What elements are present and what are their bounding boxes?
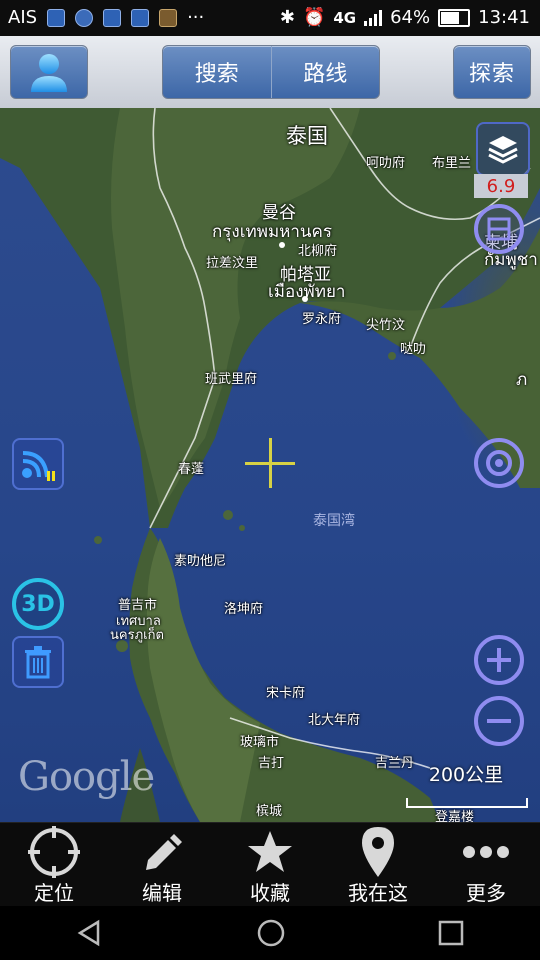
map-label-north-liu: 北柳府 [298,244,338,259]
map-label-penang: 槟城 [256,804,283,819]
map-label-phuket-thai-2: นครภูเก็ต [110,628,164,643]
notification-lock-icon [159,8,178,27]
battery-icon [438,8,471,27]
satellite-view-button[interactable] [474,204,524,254]
nav-i-am-here-label: 我在这 [348,881,408,905]
map-label-songkhla: 宋卡府 [266,686,306,701]
home-icon[interactable] [256,918,286,948]
map-dot-pattaya [302,296,308,302]
map-layers-button[interactable] [476,122,530,176]
clock-time: 13:41 [478,7,530,28]
map-label-prachuap: 班武里府 [205,372,258,387]
more-dots-icon [463,846,509,858]
user-profile-button[interactable] [10,45,88,99]
map-scale-bar: 200公里 [404,760,528,808]
map-dot-bangkok [279,242,285,248]
notification-app-icon [47,8,66,27]
alarm-icon: ⏰ [302,7,326,28]
map-label-korat: 呵叻府 [366,156,406,171]
map-label-buriram: 布里兰 [432,156,472,171]
explore-button[interactable]: 探索 [453,45,531,99]
nav-edit[interactable]: 编辑 [108,823,216,907]
carrier-text: AIS [8,7,38,28]
pin-icon [362,827,394,877]
recent-apps-icon[interactable] [438,920,464,946]
map-label-ratchaburi: 拉差汶里 [206,256,259,271]
route-button[interactable]: 路线 [272,46,380,98]
top-toolbar: 搜索 路线 探索 [0,36,540,109]
target-icon [486,450,512,476]
google-attribution: Google [18,754,155,800]
star-icon [248,831,292,872]
zoom-level-indicator: 6.9 [474,174,528,198]
layers-icon [488,136,518,164]
search-button[interactable]: 搜索 [163,46,271,98]
nav-edit-label: 编辑 [142,881,182,905]
map-label-chumphon: 春蓬 [178,462,205,477]
broadcast-icon [22,451,55,481]
map-label-surat: 素叻他尼 [174,554,227,569]
locate-icon [28,826,80,878]
network-label: 4G [333,8,357,27]
locate-target-button[interactable] [474,438,524,488]
bluetooth-icon: ✱ [279,7,295,28]
clear-trash-button[interactable] [12,636,64,688]
zoom-out-button[interactable] [474,696,524,746]
system-navigation-bar [0,906,540,960]
user-avatar-icon [31,54,67,92]
map-label-trat: 哒叻 [400,342,427,357]
back-icon[interactable] [76,919,104,947]
map-center-crosshair [245,438,295,488]
notification-map-icon [131,8,150,27]
broadcast-button[interactable] [12,438,64,490]
nav-more-label: 更多 [466,881,506,905]
map-label-rayong: 罗永府 [302,312,342,327]
scale-label: 200公里 [428,764,504,786]
status-bar: AIS ··· ✱ ⏰ 4G 64% 13:41 [0,0,540,36]
notification-globe-icon [75,8,94,27]
map-view[interactable]: 泰国 呵叻府 布里兰 曼谷 กรุงเทพมหานคร 北柳府 拉差汶里 帕塔亚… [0,108,540,822]
more-notifications-text: ··· [187,7,205,28]
nav-favorites[interactable]: 收藏 [216,823,324,907]
nav-locate[interactable]: 定位 [0,823,108,907]
frame-icon [487,217,511,241]
map-label-nakhon: 洛坤府 [224,602,264,617]
map-label-gulf: 泰国湾 [313,513,355,529]
map-label-pattani: 北大年府 [308,713,361,728]
nav-locate-label: 定位 [34,881,74,905]
pencil-icon [146,834,182,870]
map-label-edge-thai: ภ [516,370,528,390]
signal-icon [364,9,383,26]
notification-photo-icon [103,8,122,27]
map-label-chanthaburi: 尖竹汶 [366,318,406,333]
map-label-kedah: 吉打 [258,756,285,771]
scale-ruler [406,798,528,808]
zoom-in-button[interactable] [474,635,524,685]
nav-favorites-label: 收藏 [250,881,290,905]
nav-more[interactable]: 更多 [432,823,540,907]
3d-view-button[interactable]: 3D [12,578,64,630]
nav-i-am-here[interactable]: 我在这 [324,823,432,907]
minus-icon [487,719,511,723]
map-label-perlis: 玻璃市 [240,735,280,750]
plus-icon [487,648,511,672]
bottom-navigation: 定位 编辑 收藏 我在这 更多 [0,822,540,907]
map-label-thailand: 泰国 [286,124,328,148]
search-route-segmented: 搜索 路线 [162,45,380,99]
trash-icon [25,646,51,679]
battery-percent: 64% [390,7,431,28]
3d-label: 3D [21,591,55,617]
map-label-terengganu: 登嘉楼 [435,810,475,822]
